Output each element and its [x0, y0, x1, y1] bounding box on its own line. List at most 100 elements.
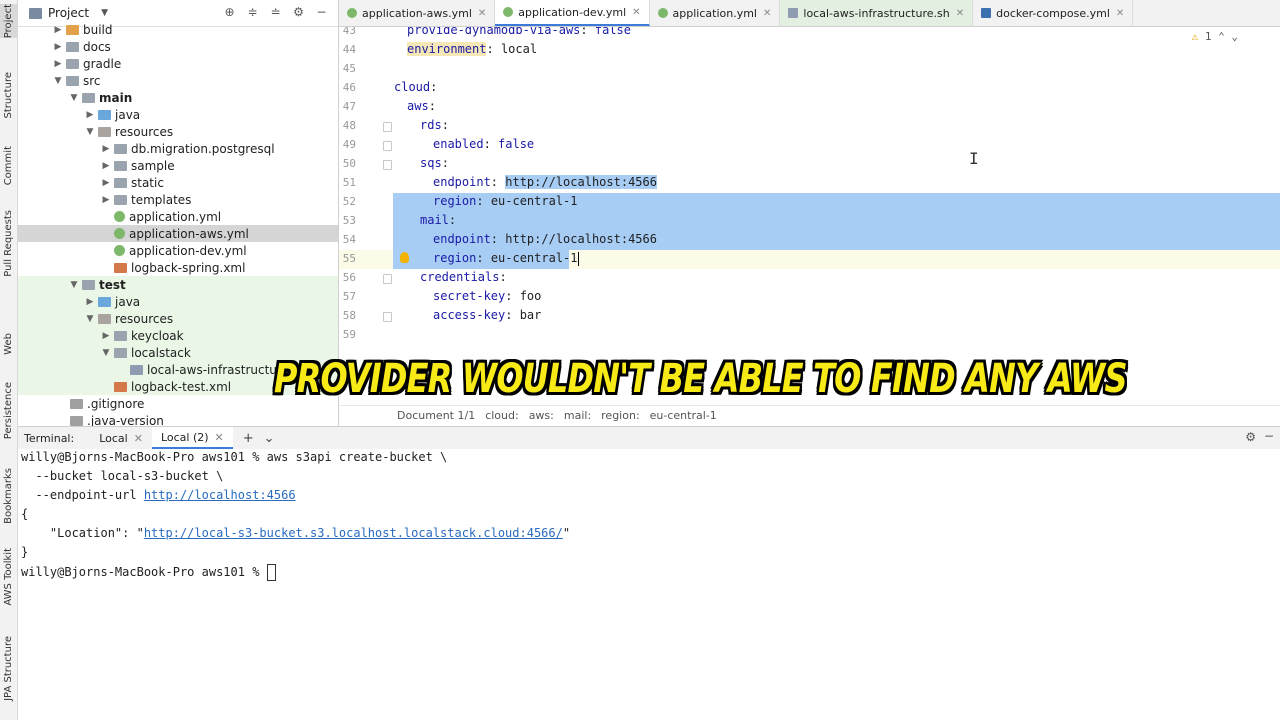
- close-icon[interactable]: ✕: [632, 7, 640, 18]
- collapse-all-icon[interactable]: ≐: [269, 5, 282, 19]
- close-icon[interactable]: ✕: [1116, 8, 1124, 19]
- yaml-value: local: [500, 42, 538, 56]
- tree-item-keycloak[interactable]: ▶ keycloak: [18, 327, 338, 344]
- gear-icon[interactable]: ⚙: [292, 5, 305, 19]
- tree-item-java[interactable]: ▶ java: [18, 106, 338, 123]
- web-tool-tab[interactable]: Web: [0, 333, 17, 355]
- chevron-down-icon[interactable]: ▼: [68, 280, 80, 290]
- fold-marker-icon[interactable]: [383, 274, 392, 284]
- commit-tool-label: Commit: [3, 146, 14, 186]
- chevron-right-icon[interactable]: ▶: [52, 42, 64, 52]
- location-link[interactable]: http://local-s3-bucket.s3.localhost.loca…: [144, 526, 563, 540]
- terminal-tab-local-2[interactable]: Local (2) ✕: [151, 427, 233, 449]
- terminal-tab-local[interactable]: Local ✕: [90, 427, 152, 449]
- chevron-down-icon[interactable]: ▼: [68, 93, 80, 103]
- close-icon[interactable]: ✕: [478, 8, 486, 19]
- tree-item-sample[interactable]: ▶ sample: [18, 157, 338, 174]
- tab-label: application-dev.yml: [518, 5, 627, 19]
- expand-all-icon[interactable]: ≑: [246, 5, 259, 19]
- tree-item-db-migration[interactable]: ▶ db.migration.postgresql: [18, 140, 338, 157]
- breadcrumb-item[interactable]: region:: [601, 409, 640, 422]
- tab-docker-compose-yml[interactable]: docker-compose.yml ✕: [973, 0, 1134, 26]
- tree-item-test-java[interactable]: ▶ java: [18, 293, 338, 310]
- gear-icon[interactable]: ⚙: [1245, 430, 1256, 444]
- locate-file-icon[interactable]: ⊕: [223, 5, 236, 19]
- chevron-down-icon[interactable]: ▼: [84, 127, 96, 137]
- terminal-line: --bucket local-s3-bucket \: [21, 469, 224, 483]
- structure-tool-tab[interactable]: Structure: [0, 72, 17, 119]
- terminal-line: }: [21, 545, 29, 559]
- fold-marker-icon[interactable]: [383, 141, 392, 151]
- yaml-key: mail: [420, 213, 449, 227]
- breadcrumb-item[interactable]: eu-central-1: [650, 409, 717, 422]
- close-icon[interactable]: ✕: [763, 8, 771, 19]
- breadcrumb-item[interactable]: mail:: [564, 409, 591, 422]
- tree-item-test[interactable]: ▼ test: [18, 276, 338, 293]
- breadcrumb-item[interactable]: cloud:: [485, 409, 519, 422]
- terminal-output[interactable]: willy@Bjorns-MacBook-Pro aws101 % aws s3…: [18, 449, 1280, 720]
- close-icon[interactable]: ✕: [134, 432, 143, 445]
- code-line: 57 secret-key: foo: [339, 288, 1280, 307]
- tab-application-aws-yml[interactable]: application-aws.yml ✕: [339, 0, 496, 26]
- chevron-right-icon[interactable]: ▶: [100, 331, 112, 341]
- aws-toolkit-tool-tab[interactable]: AWS Toolkit: [0, 548, 17, 606]
- chevron-down-icon[interactable]: ▼: [101, 8, 108, 18]
- tree-item-resources[interactable]: ▼ resources: [18, 123, 338, 140]
- breadcrumb-document[interactable]: Document 1/1: [397, 409, 475, 422]
- jpa-structure-tool-tab[interactable]: JPA Structure: [0, 636, 17, 701]
- pull-requests-tool-tab[interactable]: Pull Requests: [0, 210, 17, 277]
- minimize-icon[interactable]: −: [1264, 429, 1274, 443]
- yaml-key: endpoint: [433, 175, 491, 189]
- persistence-tool-tab[interactable]: Persistence: [0, 382, 17, 439]
- tree-item-src[interactable]: ▼ src: [18, 72, 338, 89]
- tab-application-dev-yml[interactable]: application-dev.yml ✕: [495, 0, 650, 26]
- bookmarks-tool-tab[interactable]: Bookmarks: [0, 468, 17, 524]
- tree-item-templates[interactable]: ▶ templates: [18, 191, 338, 208]
- fold-marker-icon[interactable]: [383, 160, 392, 170]
- tree-item-test-resources[interactable]: ▼ resources: [18, 310, 338, 327]
- endpoint-link[interactable]: http://localhost:4566: [144, 488, 296, 502]
- tab-application-yml[interactable]: application.yml ✕: [650, 0, 781, 26]
- tree-item-static[interactable]: ▶ static: [18, 174, 338, 191]
- close-icon[interactable]: ✕: [956, 8, 964, 19]
- tree-item-logback-spring[interactable]: logback-spring.xml: [18, 259, 338, 276]
- chevron-right-icon[interactable]: ▶: [52, 59, 64, 69]
- tree-item-application-aws-yml[interactable]: application-aws.yml: [18, 225, 338, 242]
- yaml-file-icon: [347, 8, 357, 18]
- code-editor[interactable]: ⚠ 1 ⌃ ⌄ 43 provide-dynamodb-via-aws: fal…: [339, 27, 1280, 405]
- tab-local-aws-infrastructure-sh[interactable]: local-aws-infrastructure.sh ✕: [780, 0, 974, 26]
- tree-item-java-version[interactable]: .java-version: [18, 412, 338, 426]
- tree-item-main[interactable]: ▼ main: [18, 89, 338, 106]
- chevron-right-icon[interactable]: ▶: [84, 297, 96, 307]
- breadcrumb-item[interactable]: aws:: [529, 409, 554, 422]
- new-terminal-plus-icon[interactable]: +: [243, 431, 254, 446]
- tree-item-label: docs: [83, 39, 111, 54]
- tree-item-application-yml[interactable]: application.yml: [18, 208, 338, 225]
- project-tool-tab[interactable]: Project: [0, 4, 17, 39]
- tree-item-gradle[interactable]: ▶ gradle: [18, 55, 338, 72]
- chevron-down-icon[interactable]: ▼: [52, 76, 64, 86]
- chevron-right-icon[interactable]: ▶: [100, 161, 112, 171]
- chevron-right-icon[interactable]: ▶: [100, 195, 112, 205]
- fold-marker-icon[interactable]: [383, 122, 392, 132]
- tree-item-build[interactable]: ▶ build: [18, 21, 338, 38]
- fold-marker-icon[interactable]: [383, 312, 392, 322]
- shell-text: --endpoint-url: [21, 488, 144, 502]
- tree-item-label: templates: [131, 192, 192, 207]
- chevron-down-icon[interactable]: ⌄: [264, 431, 275, 446]
- commit-tool-tab[interactable]: Commit: [0, 146, 17, 185]
- lightbulb-icon[interactable]: [400, 252, 409, 263]
- tree-item-application-dev-yml[interactable]: application-dev.yml: [18, 242, 338, 259]
- tree-item-docs[interactable]: ▶ docs: [18, 38, 338, 55]
- chevron-down-icon[interactable]: ▼: [84, 314, 96, 324]
- chevron-right-icon[interactable]: ▶: [100, 144, 112, 154]
- hide-panel-icon[interactable]: −: [315, 5, 328, 19]
- folder-icon: [66, 24, 79, 35]
- chevron-down-icon[interactable]: ▼: [100, 348, 112, 358]
- chevron-right-icon[interactable]: ▶: [52, 25, 64, 35]
- close-icon[interactable]: ✕: [215, 431, 224, 444]
- folder-icon: [66, 58, 79, 69]
- project-title[interactable]: Project: [48, 6, 89, 20]
- chevron-right-icon[interactable]: ▶: [84, 110, 96, 120]
- chevron-right-icon[interactable]: ▶: [100, 178, 112, 188]
